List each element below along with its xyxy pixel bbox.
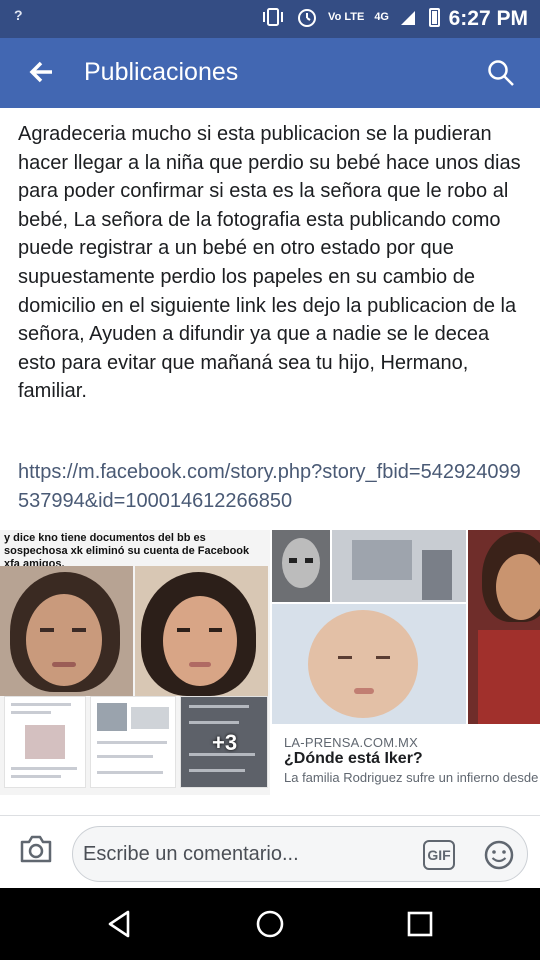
comment-composer: GIF [0,826,540,886]
search-icon[interactable] [486,58,516,88]
smiley-icon[interactable] [483,839,515,871]
signal-icon [401,11,415,25]
selfie-photo-2 [135,566,268,696]
post-text: Agradeceria mucho si esta publicacion se… [18,123,521,403]
comment-input[interactable] [83,837,413,871]
link-preview-card[interactable]: LA-PRENSA.COM.MX ¿Dónde está Iker? La fa… [272,530,540,795]
status-bar: ? Vo LTE 4G 6:27 PM [0,0,540,38]
selfie-photo-1 [0,566,133,696]
shared-photo-collage[interactable]: y dice kno tiene documentos del bb es so… [0,530,270,795]
preview-thumb-scene [332,530,466,602]
comment-box: GIF [72,826,528,882]
preview-title: ¿Dónde está Iker? [284,750,423,767]
camera-icon[interactable] [18,834,54,864]
battery-icon [429,7,440,27]
post-link[interactable]: https://m.facebook.com/story.php?story_f… [18,458,528,515]
preview-baby-photo [272,604,466,724]
gif-button[interactable]: GIF [423,840,455,870]
status-icons: Vo LTE 4G [260,6,440,28]
divider [0,815,540,816]
preview-woman-photo [468,530,540,724]
recents-square-icon[interactable] [404,908,436,940]
vibrate-icon [263,8,284,26]
alarm-icon [298,9,317,27]
preview-domain: LA-PRENSA.COM.MX [284,735,418,750]
back-triangle-icon[interactable] [104,908,136,940]
navigation-bar [0,888,540,960]
page-title: Publicaciones [84,58,239,86]
preview-thumb-mask [272,530,330,602]
preview-description: La familia Rodriguez sufre un infierno d… [284,770,539,785]
lte-indicator: Vo LTE [328,11,365,23]
home-circle-icon[interactable] [254,908,286,940]
clock: 6:27 PM [448,7,528,30]
screenshot-thumb-1 [4,696,86,788]
more-photos-count[interactable]: +3 [212,730,237,756]
network-4g: 4G [374,11,389,23]
app-bar: Publicaciones [0,38,540,108]
signal-indicator: ? [14,7,23,23]
arrow-left-icon[interactable] [26,56,58,88]
screenshot-thumb-2 [90,696,176,788]
